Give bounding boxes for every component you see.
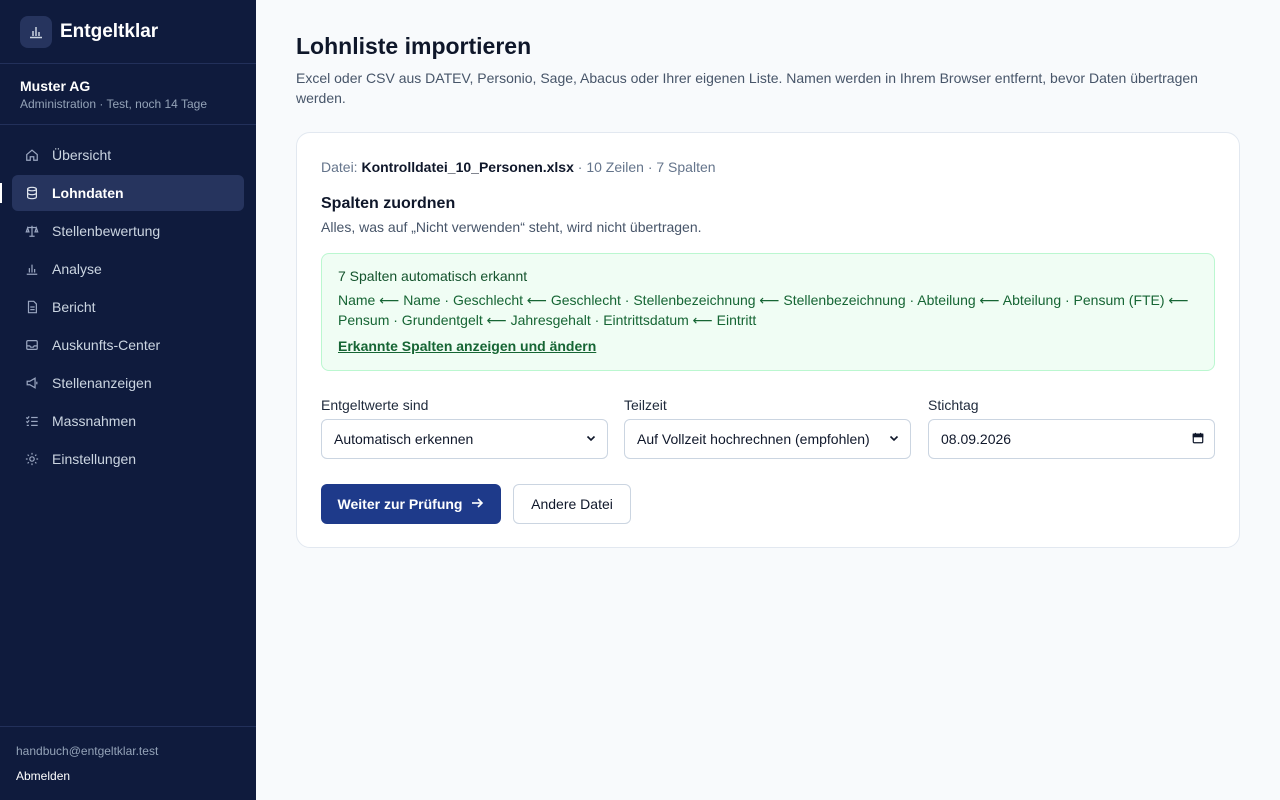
sidebar-item-uebersicht[interactable]: Übersicht [12,137,244,173]
sidebar-item-stellenanzeigen[interactable]: Stellenanzeigen [12,365,244,401]
detected-columns-box: 7 Spalten automatisch erkannt Name ⟵ Nam… [321,253,1215,371]
database-icon [24,185,40,201]
file-prefix: Datei: [321,159,358,175]
brand-name: Entgeltklar [60,20,159,42]
bar-chart-icon [24,261,40,277]
parttime-selected: Auf Vollzeit hochrechnen (empfohlen) [637,431,870,447]
brand[interactable]: Entgeltklar [0,0,256,64]
chevron-down-icon [888,431,900,447]
organization-name: Muster AG [20,78,91,94]
document-icon [24,299,40,315]
scale-icon [24,223,40,239]
pay-values-select[interactable]: Automatisch erkennen [321,419,608,459]
sidebar-footer: handbuch@entgeltklar.test Abmelden [0,726,256,800]
inbox-icon [24,337,40,353]
calendar-icon[interactable] [1192,431,1204,447]
sidebar-item-massnahmen[interactable]: Massnahmen [12,403,244,439]
pay-values-selected: Automatisch erkennen [334,431,474,447]
bar-chart-icon [20,15,52,48]
sidebar-item-label: Auskunfts-Center [52,337,161,353]
page-description: Excel oder CSV aus DATEV, Personio, Sage… [296,70,1198,106]
home-icon [24,147,40,163]
parttime-select[interactable]: Auf Vollzeit hochrechnen (empfohlen) [624,419,911,459]
import-card: Datei: Kontrolldatei_10_Personen.xlsx · … [296,132,1240,548]
page-title: Lohnliste importieren [296,33,532,59]
sidebar-item-analyse[interactable]: Analyse [12,251,244,287]
file-info: Datei: Kontrolldatei_10_Personen.xlsx · … [321,159,716,175]
gear-icon [24,451,40,467]
sidebar-item-auskunfts-center[interactable]: Auskunfts-Center [12,327,244,363]
sidebar-item-label: Stellenbewertung [52,223,161,239]
sidebar-nav: Übersicht Lohndaten Stellenbewertung Ana… [0,125,256,477]
pay-values-field: Entgeltwerte sind Automatisch erkennen [321,397,608,459]
parttime-label: Teilzeit [624,397,667,413]
reference-date-label: Stichtag [928,397,979,413]
sidebar: Entgeltklar Muster AG Administration · T… [0,0,256,800]
detected-columns-title: 7 Spalten automatisch erkannt [338,268,528,284]
sidebar-item-stellenbewertung[interactable]: Stellenbewertung [12,213,244,249]
reference-date-value: 08.09.2026 [941,431,1012,447]
mapping-title: Spalten zuordnen [321,195,456,212]
sidebar-item-label: Einstellungen [52,451,137,467]
chevron-down-icon [585,431,597,447]
sidebar-item-bericht[interactable]: Bericht [12,289,244,325]
continue-button-label: Weiter zur Prüfung [337,496,463,512]
sidebar-item-einstellungen[interactable]: Einstellungen [12,441,244,477]
megaphone-icon [24,375,40,391]
mapping-subtitle: Alles, was auf „Nicht verwenden“ steht, … [321,219,702,235]
user-email: handbuch@entgeltklar.test [16,744,159,758]
organization-subtitle: Administration · Test, noch 14 Tage [20,97,207,111]
sidebar-item-label: Analyse [52,261,102,277]
organization-info: Muster AG Administration · Test, noch 14… [0,64,256,125]
main-content: Lohnliste importieren Excel oder CSV aus… [256,0,1280,800]
sidebar-item-lohndaten[interactable]: Lohndaten [0,175,244,211]
reference-date-input[interactable]: 08.09.2026 [928,419,1215,459]
continue-to-review-button[interactable]: Weiter zur Prüfung [321,484,501,524]
other-file-button[interactable]: Andere Datei [513,484,631,524]
sidebar-item-label: Übersicht [52,147,112,163]
sidebar-item-label: Lohndaten [52,185,124,201]
parttime-field: Teilzeit Auf Vollzeit hochrechnen (empfo… [624,397,911,459]
file-name: Kontrolldatei_10_Personen.xlsx [361,159,574,175]
sidebar-item-label: Massnahmen [52,413,137,429]
file-meta: · 10 Zeilen · 7 Spalten [577,159,716,175]
reference-date-field: Stichtag 08.09.2026 [928,397,1215,459]
sidebar-item-label: Bericht [52,299,96,315]
pay-values-label: Entgeltwerte sind [321,397,429,413]
checklist-icon [24,413,40,429]
sidebar-item-label: Stellenanzeigen [52,375,152,391]
edit-detected-columns-link[interactable]: Erkannte Spalten anzeigen und ändern [338,338,596,354]
logout-link[interactable]: Abmelden [16,769,70,783]
detected-columns-list: Name ⟵ Name · Geschlecht ⟵ Geschlecht · … [338,292,1189,328]
arrow-right-icon [462,496,484,513]
